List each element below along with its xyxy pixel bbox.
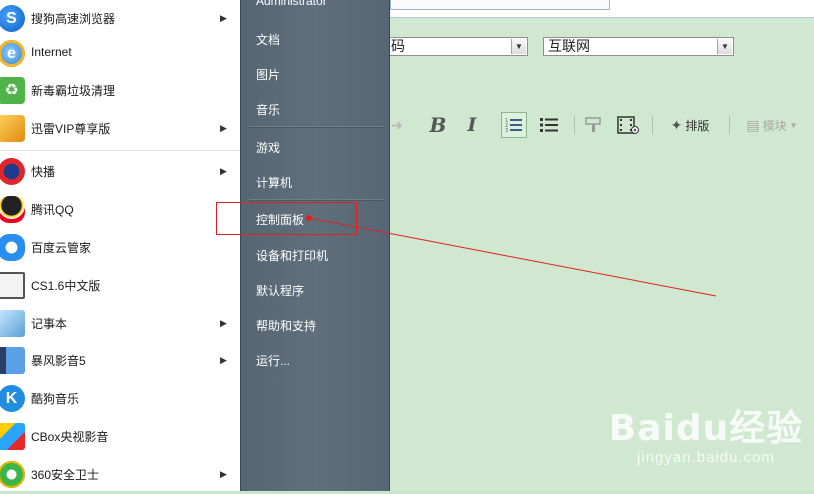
annotation-arrow: [306, 215, 717, 297]
